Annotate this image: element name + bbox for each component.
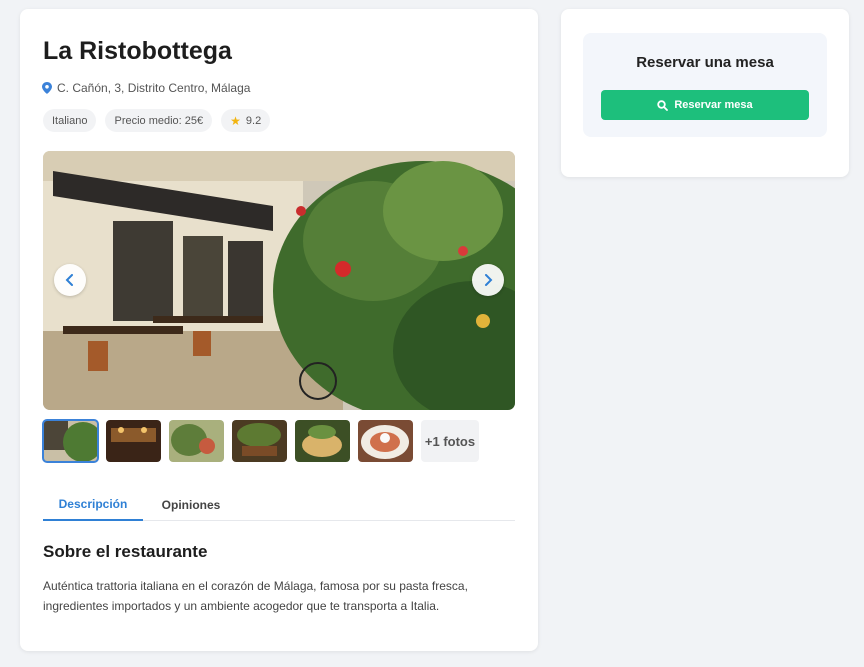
- restaurant-name: La Ristobottega: [43, 37, 232, 65]
- reservation-card: Reservar una mesa Reservar mesa: [561, 9, 849, 177]
- search-icon: [657, 99, 669, 111]
- chevron-left-icon: [65, 274, 73, 286]
- more-photos-button[interactable]: +1 fotos: [421, 420, 479, 462]
- about-text: Auténtica trattoria italiana en el coraz…: [43, 579, 468, 613]
- reserve-button[interactable]: Reservar mesa: [601, 90, 809, 120]
- thumbnail[interactable]: [232, 420, 287, 462]
- thumbnail[interactable]: [106, 420, 161, 462]
- reservation-box: Reservar una mesa Reservar mesa: [583, 33, 827, 137]
- reserve-button-label: Reservar mesa: [674, 99, 753, 111]
- chevron-right-icon: [485, 274, 493, 286]
- photo-gallery[interactable]: [43, 151, 515, 410]
- price-tag: Precio medio: 25€: [105, 109, 213, 132]
- about-title: Sobre el restaurante: [43, 542, 208, 561]
- main-photo: [43, 151, 515, 410]
- thumbnail-strip: +1 fotos: [42, 419, 479, 463]
- thumbnail[interactable]: [169, 420, 224, 462]
- rating-value: 9.2: [245, 114, 262, 127]
- rating-tag: ★ 9.2: [221, 109, 271, 132]
- reservation-title: Reservar una mesa: [636, 54, 774, 71]
- tag-list: Italiano Precio medio: 25€ ★ 9.2: [43, 109, 271, 132]
- restaurant-card: La Ristobottega C. Cañón, 3, Distrito Ce…: [20, 9, 538, 651]
- thumbnail[interactable]: [358, 420, 413, 462]
- tab-reviews[interactable]: Opiniones: [143, 488, 239, 521]
- thumbnail[interactable]: [295, 420, 350, 462]
- address-text: C. Cañón, 3, Distrito Centro, Málaga: [57, 81, 251, 95]
- next-photo-button[interactable]: [472, 264, 504, 296]
- previous-photo-button[interactable]: [54, 264, 86, 296]
- thumbnail[interactable]: [42, 419, 99, 463]
- restaurant-address: C. Cañón, 3, Distrito Centro, Málaga: [42, 81, 250, 95]
- tab-description[interactable]: Descripción: [43, 488, 143, 521]
- location-pin-icon: [42, 82, 52, 94]
- star-icon: ★: [230, 113, 241, 128]
- tab-bar: Descripción Opiniones: [43, 488, 515, 521]
- cuisine-tag: Italiano: [43, 109, 97, 132]
